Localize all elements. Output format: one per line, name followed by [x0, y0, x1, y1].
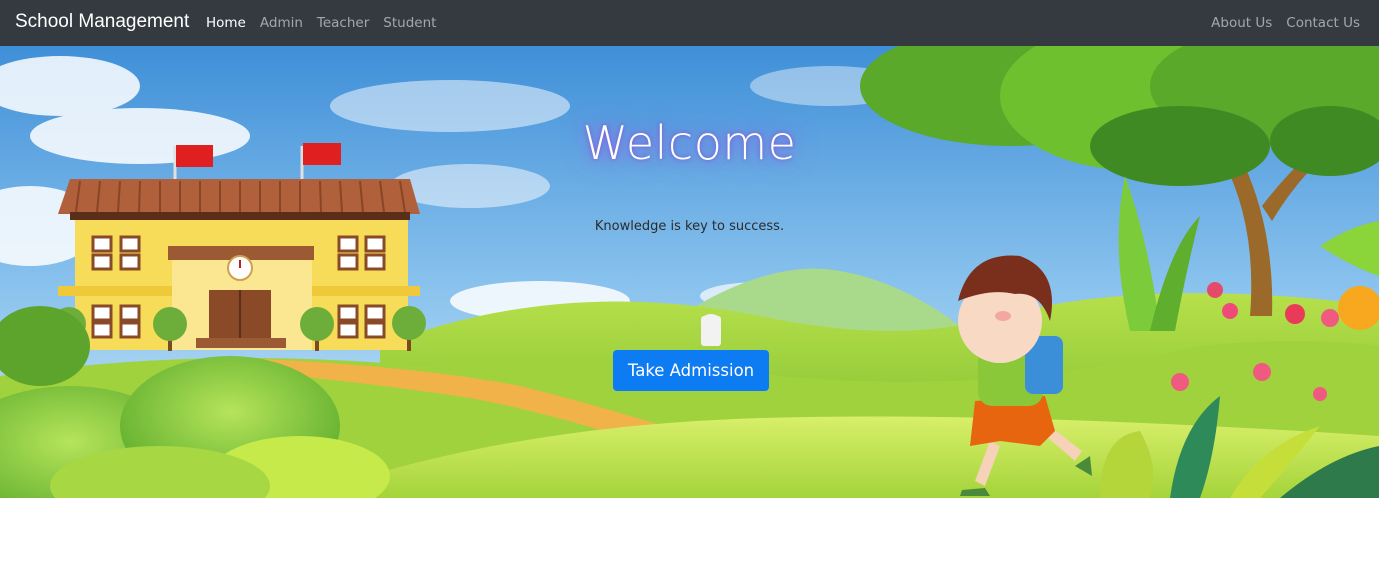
- nav-right-links: About Us Contact Us: [1211, 15, 1360, 31]
- nav-admin-link[interactable]: Admin: [260, 15, 303, 31]
- nav-contact-link[interactable]: Contact Us: [1286, 15, 1360, 31]
- top-navbar: School Management Home Admin Teacher Stu…: [0, 0, 1379, 46]
- brand-link[interactable]: School Management: [15, 11, 189, 33]
- hero-illustration: [0, 46, 1379, 498]
- nav-student-link[interactable]: Student: [383, 15, 436, 31]
- nav-teacher-link[interactable]: Teacher: [317, 15, 369, 31]
- nav-left-links: Home Admin Teacher Student: [206, 15, 436, 31]
- nav-home-link[interactable]: Home: [206, 15, 246, 31]
- hero-banner: Welcome Knowledge is key to success. Tak…: [0, 46, 1379, 498]
- hero-tagline: Knowledge is key to success.: [594, 219, 785, 234]
- gate-post: [701, 314, 721, 346]
- take-admission-button[interactable]: Take Admission: [613, 350, 769, 391]
- hero-title: Welcome: [582, 116, 797, 170]
- nav-about-link[interactable]: About Us: [1211, 15, 1272, 31]
